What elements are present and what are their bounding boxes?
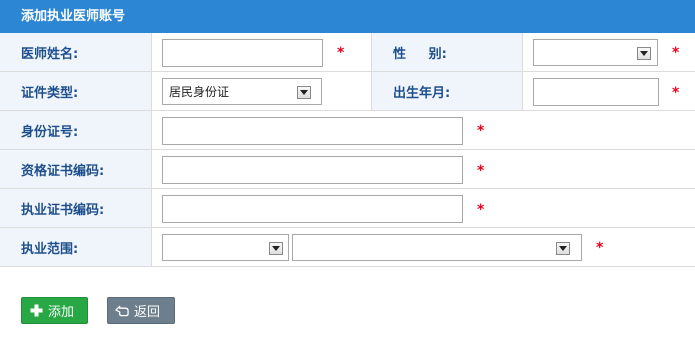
doctor-name-required-mark: * xyxy=(337,45,345,61)
id-number-label: 身份证号: xyxy=(0,111,152,149)
row-id-type: 证件类型: 居民身份证 出生年月: * xyxy=(0,72,695,111)
doctor-name-label: 医师姓名: xyxy=(0,33,152,71)
doctor-name-input[interactable] xyxy=(162,39,323,67)
chevron-down-icon xyxy=(297,86,311,99)
practice-scope-required-mark: * xyxy=(596,240,604,256)
birth-required-mark: * xyxy=(672,85,680,101)
chevron-down-icon xyxy=(637,47,651,60)
id-number-required-mark: * xyxy=(477,123,485,139)
gender-label: 性 别: xyxy=(371,33,523,71)
chevron-down-icon xyxy=(269,242,283,255)
row-practice-scope: 执业范围: * xyxy=(0,228,695,267)
id-type-label: 证件类型: xyxy=(0,72,152,110)
panel-title: 添加执业医师账号 xyxy=(0,0,695,33)
id-type-select-value: 居民身份证 xyxy=(169,85,230,99)
id-number-input[interactable] xyxy=(162,117,463,145)
hand-pointing-back-icon xyxy=(115,304,129,318)
qualification-no-label: 资格证书编码: xyxy=(0,150,152,188)
practice-cert-no-input[interactable] xyxy=(162,195,463,223)
birth-label: 出生年月: xyxy=(371,72,523,110)
row-practice-cert-no: 执业证书编码: * xyxy=(0,189,695,228)
row-id-number: 身份证号: * xyxy=(0,111,695,150)
add-button[interactable]: 添加 xyxy=(21,297,88,324)
practice-scope-detail-select[interactable] xyxy=(292,234,582,261)
gender-required-mark: * xyxy=(672,45,680,61)
gender-select[interactable] xyxy=(533,39,658,66)
practice-cert-no-required-mark: * xyxy=(477,202,485,218)
row-doctor-name: 医师姓名: * 性 别: * xyxy=(0,33,695,72)
id-type-select[interactable]: 居民身份证 xyxy=(162,78,322,105)
practice-scope-category-select[interactable] xyxy=(162,234,289,261)
qualification-no-input[interactable] xyxy=(162,156,463,184)
chevron-down-icon xyxy=(556,242,570,255)
practice-cert-no-label: 执业证书编码: xyxy=(0,189,152,227)
back-button-label: 返回 xyxy=(134,305,161,320)
row-qualification-no: 资格证书编码: * xyxy=(0,150,695,189)
plus-icon xyxy=(29,304,43,318)
back-button[interactable]: 返回 xyxy=(107,297,175,324)
add-button-label: 添加 xyxy=(48,305,75,320)
birth-input[interactable] xyxy=(533,78,659,106)
practice-scope-label: 执业范围: xyxy=(0,228,152,266)
qualification-no-required-mark: * xyxy=(477,163,485,179)
add-doctor-panel: 添加执业医师账号 医师姓名: * 性 别: * 证件类型: 居民身份证 出生年月… xyxy=(0,0,695,341)
